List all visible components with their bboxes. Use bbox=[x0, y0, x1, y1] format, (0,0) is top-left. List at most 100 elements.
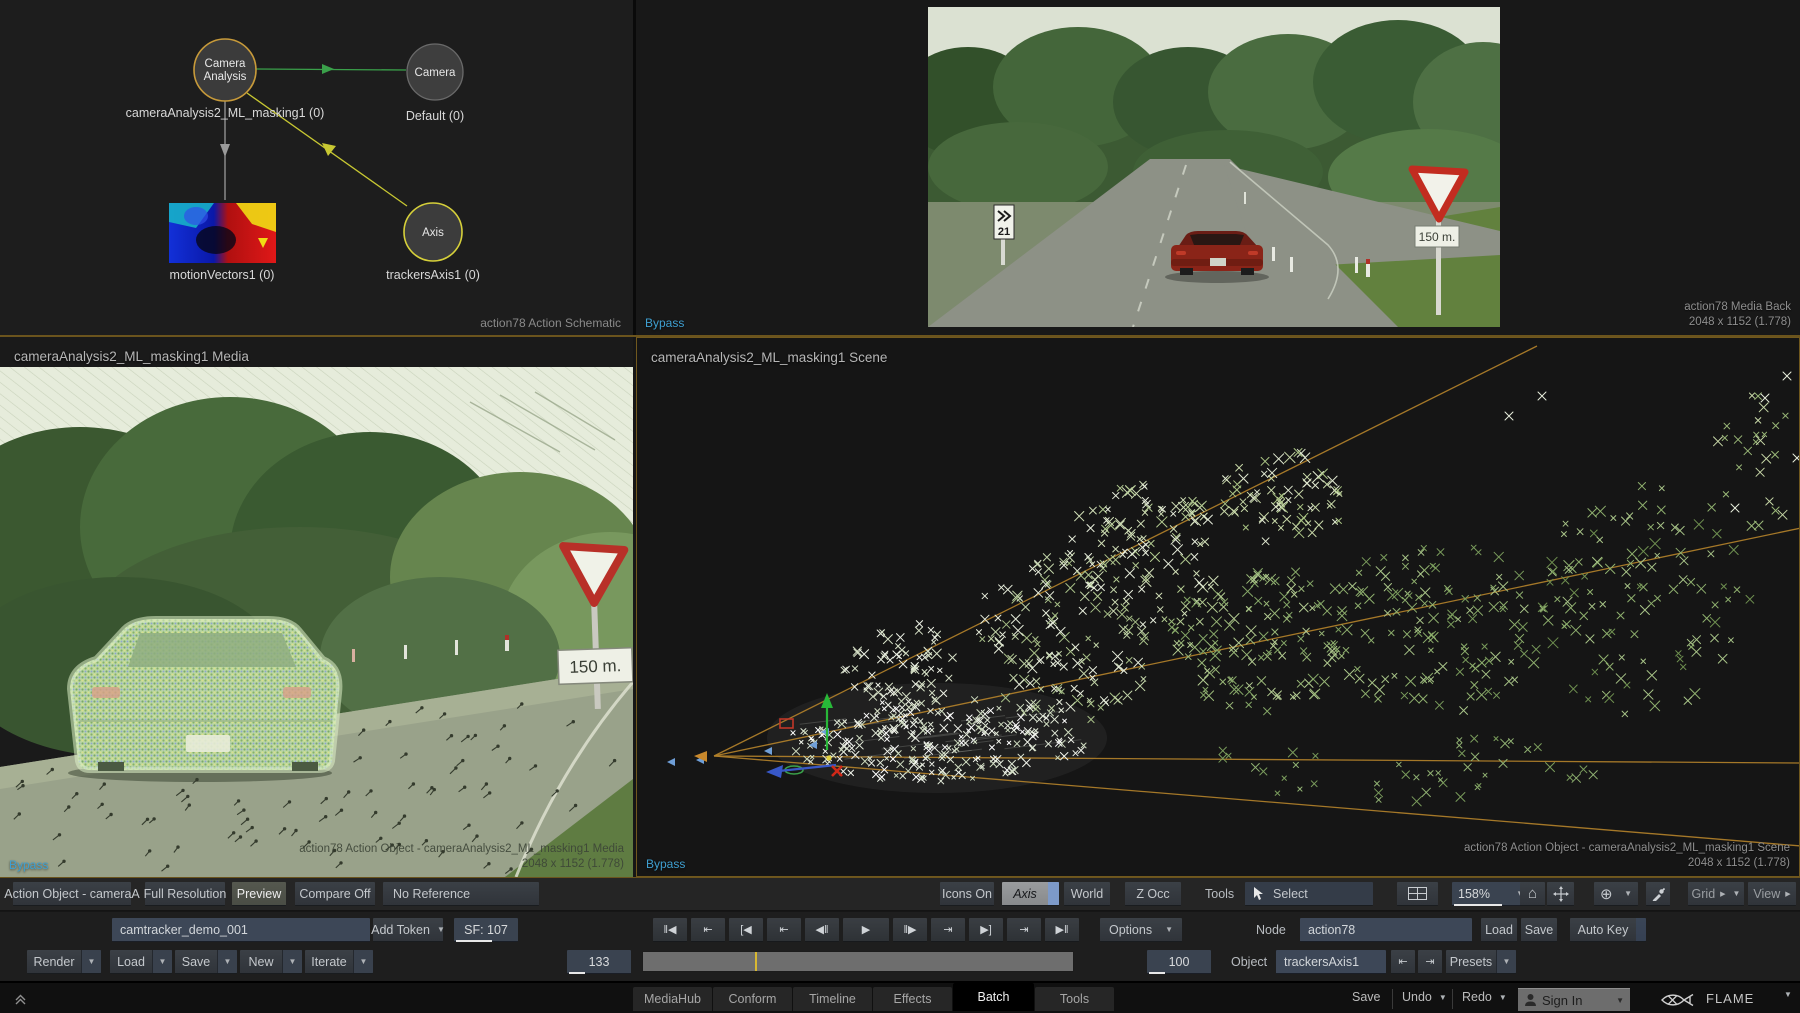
auto-key-accent bbox=[1636, 918, 1646, 941]
next-object-button[interactable]: ⇥ bbox=[1418, 950, 1442, 974]
current-frame-field[interactable]: 133 bbox=[567, 950, 631, 974]
prev-keyframe-button[interactable]: ⇤ bbox=[691, 918, 725, 942]
start-frame-field[interactable]: SF: 107 bbox=[454, 918, 518, 942]
action-schematic-viewport[interactable]: Camera Analysis cameraAnalysis2_ML_maski… bbox=[0, 0, 633, 335]
play-button[interactable]: ▶ bbox=[843, 918, 889, 942]
full-resolution-button[interactable]: Full Resolution bbox=[145, 882, 225, 906]
media-back-info: action78 Media Back 2048 x 1152 (1.778) bbox=[1684, 300, 1791, 330]
compare-mode-button[interactable]: Compare Off bbox=[295, 882, 375, 906]
next-keyframe-button[interactable]: ⇥ bbox=[1007, 918, 1041, 942]
preview-button[interactable]: Preview bbox=[232, 882, 286, 906]
iterate-button[interactable]: Iterate▼ bbox=[305, 950, 373, 974]
goto-segment-end-button[interactable]: ▶] bbox=[969, 918, 1003, 942]
chevron-down-icon: ▼ bbox=[1624, 889, 1632, 898]
viewport-divider-horizontal bbox=[0, 335, 1800, 337]
world-mode-button[interactable]: World bbox=[1064, 882, 1110, 906]
tab-tools[interactable]: Tools bbox=[1035, 987, 1114, 1011]
app-menu-button[interactable]: ▼ bbox=[1784, 990, 1792, 999]
render-button[interactable]: Render▼ bbox=[27, 950, 101, 974]
media-back-viewport[interactable]: 21 bbox=[636, 0, 1800, 335]
tab-conform[interactable]: Conform bbox=[713, 987, 792, 1011]
tab-mediahub[interactable]: MediaHub bbox=[633, 987, 712, 1011]
z-occ-button[interactable]: Z Occ bbox=[1125, 882, 1181, 906]
home-view-button[interactable]: ⌂ bbox=[1520, 882, 1545, 906]
chevron-down-icon: ▼ bbox=[1784, 990, 1792, 999]
chevron-down-icon: ▼ bbox=[1165, 925, 1173, 934]
grid-menu-button[interactable]: Grid▶ ▼ bbox=[1688, 882, 1744, 906]
prev-marker-button[interactable]: ⇤ bbox=[767, 918, 801, 942]
masking-media-title: cameraAnalysis2_ML_masking1 Media bbox=[14, 349, 249, 364]
media-back-bypass-label: Bypass bbox=[645, 316, 684, 330]
tab-batch[interactable]: Batch bbox=[953, 983, 1034, 1011]
tab-timeline[interactable]: Timeline bbox=[793, 987, 872, 1011]
playback-options-button[interactable]: Options▼ bbox=[1100, 918, 1182, 942]
camera-analysis-node[interactable] bbox=[194, 39, 256, 101]
goto-segment-start-button[interactable]: [◀ bbox=[729, 918, 763, 942]
setup-save-button[interactable]: Save▼ bbox=[175, 950, 237, 974]
workspace-tabs: MediaHubConformTimelineEffectsBatchTools bbox=[633, 987, 1115, 1011]
viewport-toolbar: Action Object - cameraA Full Resolution … bbox=[0, 878, 1800, 911]
chevron-down-icon: ▼ bbox=[1616, 996, 1624, 1005]
step-forward-button[interactable]: ‖▶ bbox=[893, 918, 927, 942]
chevron-down-icon: ▼ bbox=[1499, 993, 1507, 1002]
viewport-layout-button[interactable] bbox=[1397, 882, 1438, 906]
zoom-level-field[interactable]: 158%▼ bbox=[1452, 882, 1530, 906]
tracking-scene-title: cameraAnalysis2_ML_masking1 Scene bbox=[651, 350, 887, 365]
setup-load-button[interactable]: Load▼ bbox=[110, 950, 172, 974]
node-name-input[interactable]: action78 bbox=[1300, 918, 1472, 942]
end-frame-field[interactable]: 100 bbox=[1147, 950, 1211, 974]
timeline-slider[interactable] bbox=[642, 951, 1074, 972]
add-token-button[interactable]: Add Token▼ bbox=[373, 918, 443, 942]
setup-new-button[interactable]: New▼ bbox=[240, 950, 302, 974]
home-icon: ⌂ bbox=[1528, 885, 1537, 902]
gnomon-button[interactable]: ⊕ ▼ bbox=[1594, 882, 1638, 906]
pan-view-button[interactable] bbox=[1547, 882, 1574, 906]
save-button[interactable]: Save bbox=[1352, 990, 1381, 1004]
auto-key-button[interactable]: Auto Key bbox=[1570, 918, 1646, 942]
prev-icon: ⇤ bbox=[1398, 955, 1407, 968]
distance-plate-text: 150 m. bbox=[1419, 230, 1456, 244]
object-label: Object bbox=[1231, 950, 1267, 974]
chevron-down-icon: ▼ bbox=[217, 950, 237, 973]
undo-button[interactable]: Undo▼ bbox=[1402, 990, 1447, 1004]
next-icon: ⇥ bbox=[1425, 955, 1434, 968]
flame-fish-logo bbox=[1660, 991, 1700, 1009]
node-load-button[interactable]: Load bbox=[1481, 918, 1517, 942]
tracking-scene-viewport[interactable]: cameraAnalysis2_ML_masking1 Scene Bypass… bbox=[636, 337, 1800, 877]
motion-vectors-node[interactable] bbox=[169, 203, 276, 263]
tool-selector[interactable]: Select bbox=[1245, 882, 1373, 906]
brand-label: FLAME bbox=[1706, 991, 1754, 1006]
presets-button[interactable]: Presets▼ bbox=[1446, 950, 1516, 974]
prev-object-button[interactable]: ⇤ bbox=[1391, 950, 1415, 974]
chevron-right-icon: ▶ bbox=[1720, 890, 1725, 898]
node-save-button[interactable]: Save bbox=[1521, 918, 1557, 942]
camera-node-sublabel: Default (0) bbox=[406, 109, 464, 123]
origin-point bbox=[826, 755, 831, 760]
expand-panel-button[interactable] bbox=[14, 993, 27, 1005]
goto-last-frame-button[interactable]: ▶‖ bbox=[1045, 918, 1079, 942]
sign-in-button[interactable]: Sign In ▼ bbox=[1518, 988, 1630, 1011]
action-object-selector[interactable]: Action Object - cameraA bbox=[13, 882, 131, 906]
chevron-right-icon: ▶ bbox=[1785, 890, 1790, 898]
axis-node-sublabel: trackersAxis1 (0) bbox=[386, 268, 480, 282]
masking-media-viewport[interactable]: 150 m. cameraAnalysis2_ML_masking1 Media… bbox=[0, 337, 633, 877]
icons-on-button[interactable]: Icons On bbox=[940, 882, 994, 906]
tab-effects[interactable]: Effects bbox=[873, 987, 952, 1011]
setup-name-input[interactable]: camtracker_demo_001 bbox=[112, 918, 370, 942]
object-name-input[interactable]: trackersAxis1 bbox=[1276, 950, 1386, 974]
color-picker-button[interactable] bbox=[1646, 882, 1670, 906]
playhead[interactable] bbox=[755, 952, 757, 971]
redo-button[interactable]: Redo▼ bbox=[1462, 990, 1507, 1004]
reference-selector[interactable]: No Reference bbox=[383, 882, 539, 906]
goto-first-frame-button[interactable]: ‖◀ bbox=[653, 918, 687, 942]
field-indicator bbox=[569, 972, 585, 974]
edge-motionvectors-arrow bbox=[220, 144, 230, 157]
axis-mode-button[interactable]: Axis bbox=[1002, 882, 1059, 906]
view-menu-button[interactable]: View▶ bbox=[1748, 882, 1796, 906]
chevron-down-icon: ▼ bbox=[282, 950, 302, 973]
flame-application-window: Camera Analysis cameraAnalysis2_ML_maski… bbox=[0, 0, 1800, 1013]
field-indicator bbox=[456, 940, 492, 942]
step-back-button[interactable]: ◀‖ bbox=[805, 918, 839, 942]
next-marker-button[interactable]: ⇥ bbox=[931, 918, 965, 942]
user-icon bbox=[1524, 993, 1537, 1007]
